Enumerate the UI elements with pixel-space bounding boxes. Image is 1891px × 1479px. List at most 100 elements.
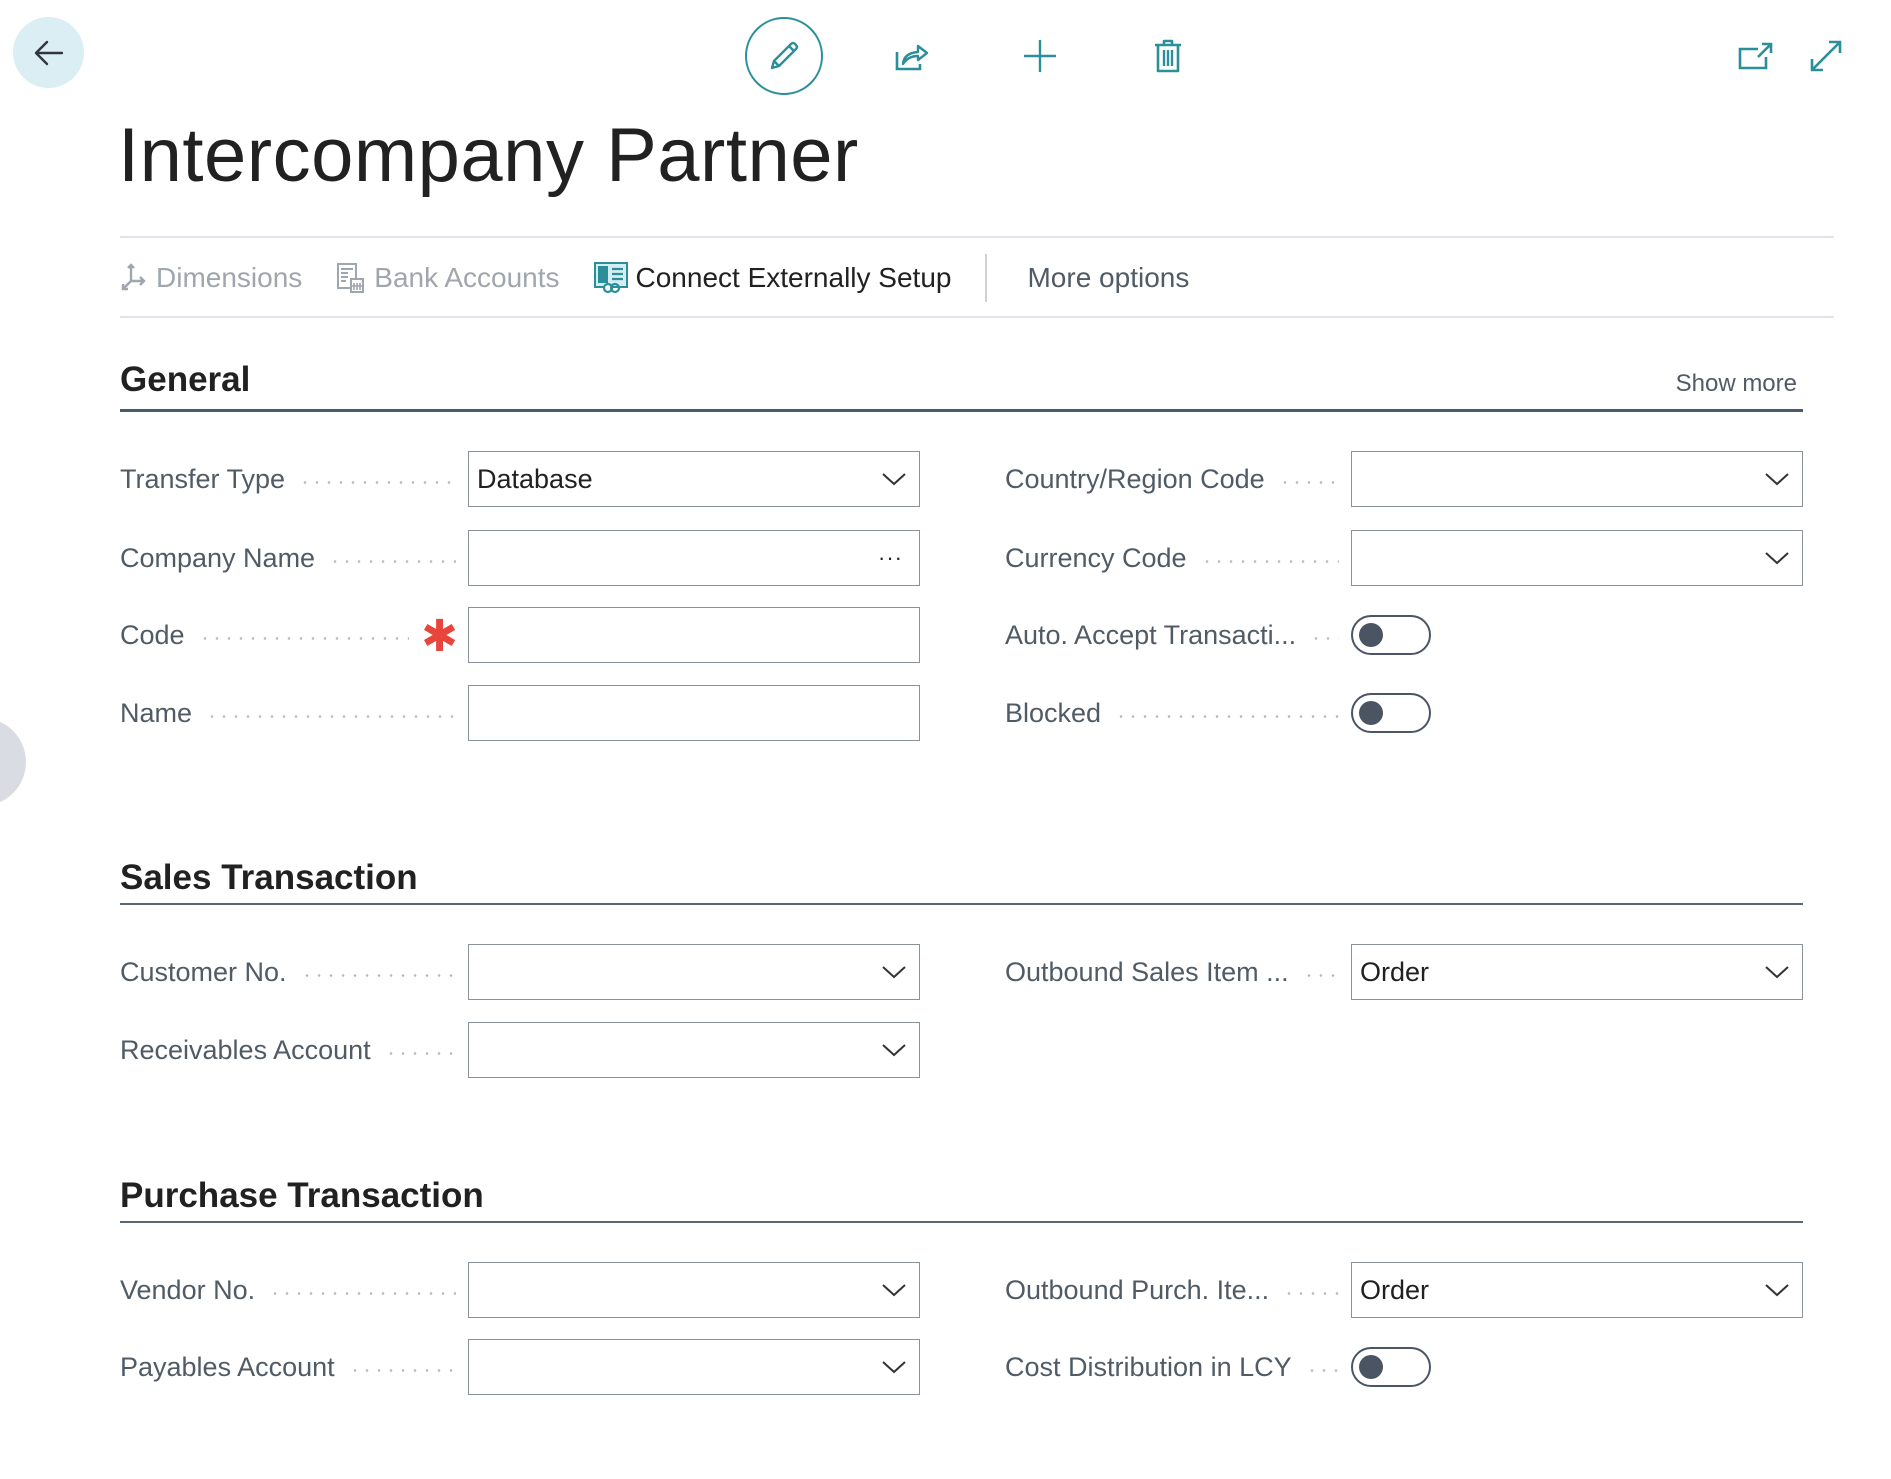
country-region-code-dropdown[interactable]: [1351, 451, 1803, 507]
dotted-leader: [329, 559, 456, 563]
side-panel-handle[interactable]: [0, 718, 26, 806]
field-label: Auto. Accept Transacti...: [1005, 619, 1297, 650]
dotted-leader: [348, 1368, 456, 1372]
section-divider-purchase: [120, 1221, 1803, 1223]
dotted-leader: [299, 480, 456, 484]
edit-button[interactable]: [745, 17, 823, 95]
company-name-input[interactable]: ···: [468, 530, 920, 586]
section-divider-general: [120, 409, 1803, 412]
plus-icon: [1024, 40, 1056, 72]
field-value: Order: [1360, 956, 1430, 987]
field-label: Receivables Account: [120, 1034, 371, 1065]
expand-icon: [1810, 40, 1842, 72]
action-bank-accounts[interactable]: Bank Accounts: [336, 262, 560, 294]
toggle-knob: [1359, 623, 1383, 647]
dotted-leader: [1302, 973, 1339, 977]
field-outbound-sales-item: Outbound Sales Item ... Order: [1005, 943, 1803, 1001]
action-label: Dimensions: [156, 262, 303, 293]
dotted-leader: [300, 973, 456, 977]
chevron-down-icon[interactable]: [1764, 964, 1790, 980]
field-label: Company Name: [120, 542, 316, 573]
chevron-down-icon[interactable]: [881, 471, 907, 487]
payables-account-dropdown[interactable]: [468, 1339, 920, 1395]
share-icon: [895, 44, 929, 71]
connect-externally-icon: [593, 262, 628, 294]
chevron-down-icon[interactable]: [881, 1282, 907, 1298]
field-customer-no: Customer No.: [120, 943, 920, 1001]
pencil-icon: [770, 41, 799, 70]
customer-no-dropdown[interactable]: [468, 944, 920, 1000]
expand-button[interactable]: [1804, 34, 1848, 78]
field-label: Currency Code: [1005, 542, 1187, 573]
cost-distribution-toggle[interactable]: [1351, 1347, 1431, 1387]
transfer-type-dropdown[interactable]: Database: [468, 451, 920, 507]
outbound-purch-item-dropdown[interactable]: Order: [1351, 1262, 1803, 1318]
field-label: Outbound Sales Item ...: [1005, 956, 1289, 987]
chevron-down-icon[interactable]: [1764, 471, 1790, 487]
receivables-account-dropdown[interactable]: [468, 1022, 920, 1078]
field-cost-distribution-in-lcy: Cost Distribution in LCY: [1005, 1338, 1803, 1396]
action-bar: Dimensions Bank Accounts Connect Externa…: [120, 240, 1223, 316]
new-button[interactable]: [1018, 34, 1062, 78]
field-country-region-code: Country/Region Code: [1005, 450, 1803, 508]
field-label: Name: [120, 697, 193, 728]
vendor-no-dropdown[interactable]: [468, 1262, 920, 1318]
dimensions-icon: [120, 263, 148, 293]
dotted-leader: [1278, 480, 1339, 484]
field-label: Outbound Purch. Ite...: [1005, 1274, 1270, 1305]
field-payables-account: Payables Account: [120, 1338, 920, 1396]
field-value: Order: [1360, 1274, 1430, 1305]
outbound-sales-item-dropdown[interactable]: Order: [1351, 944, 1803, 1000]
chevron-down-icon[interactable]: [881, 964, 907, 980]
lookup-ellipsis-icon[interactable]: ···: [878, 545, 903, 571]
back-arrow-icon: [34, 40, 63, 65]
action-connect-externally-setup[interactable]: Connect Externally Setup: [593, 262, 951, 294]
dotted-leader: [198, 636, 410, 640]
dotted-leader: [1115, 714, 1339, 718]
action-dimensions[interactable]: Dimensions: [120, 262, 302, 294]
section-title-general[interactable]: General: [120, 360, 250, 400]
toggle-knob: [1359, 701, 1383, 725]
more-options-button[interactable]: More options: [1027, 262, 1189, 294]
field-label: Code: [120, 619, 185, 650]
trash-icon: [1155, 39, 1181, 73]
auto-accept-toggle[interactable]: [1351, 615, 1431, 655]
chevron-down-icon[interactable]: [881, 1359, 907, 1375]
blocked-toggle[interactable]: [1351, 693, 1431, 733]
field-label: Country/Region Code: [1005, 463, 1265, 494]
chevron-down-icon[interactable]: [1764, 1282, 1790, 1298]
field-currency-code: Currency Code: [1005, 529, 1803, 587]
required-asterisk-icon: ✱: [421, 612, 458, 661]
code-input[interactable]: [468, 607, 920, 663]
action-label: Bank Accounts: [374, 262, 560, 293]
field-transfer-type: Transfer Type Database: [120, 450, 920, 508]
back-button[interactable]: [13, 17, 84, 88]
section-title-purchase-transaction[interactable]: Purchase Transaction: [120, 1176, 484, 1216]
field-label: Transfer Type: [120, 463, 286, 494]
section-divider-sales: [120, 903, 1803, 905]
actionbar-top-divider: [120, 236, 1834, 238]
field-label: Blocked: [1005, 697, 1102, 728]
dotted-leader: [269, 1291, 456, 1295]
delete-button[interactable]: [1146, 34, 1190, 78]
field-auto-accept-transactions: Auto. Accept Transacti...: [1005, 606, 1803, 664]
dotted-leader: [206, 714, 456, 718]
field-label: Cost Distribution in LCY: [1005, 1351, 1292, 1382]
dotted-leader: [1305, 1368, 1339, 1372]
show-more-link[interactable]: Show more: [1676, 370, 1797, 398]
section-title-sales-transaction[interactable]: Sales Transaction: [120, 858, 418, 898]
chevron-down-icon[interactable]: [881, 1042, 907, 1058]
chevron-down-icon[interactable]: [1764, 550, 1790, 566]
currency-code-dropdown[interactable]: [1351, 530, 1803, 586]
actionbar-bottom-divider: [120, 316, 1834, 318]
field-outbound-purch-item: Outbound Purch. Ite... Order: [1005, 1261, 1803, 1319]
dotted-leader: [384, 1051, 456, 1055]
page-title: Intercompany Partner: [118, 113, 859, 198]
field-name: Name: [120, 684, 920, 742]
field-label: Customer No.: [120, 956, 287, 987]
name-input[interactable]: [468, 685, 920, 741]
field-vendor-no: Vendor No.: [120, 1261, 920, 1319]
field-label: Vendor No.: [120, 1274, 256, 1305]
open-new-window-button[interactable]: [1734, 36, 1778, 76]
share-button[interactable]: [890, 34, 934, 78]
